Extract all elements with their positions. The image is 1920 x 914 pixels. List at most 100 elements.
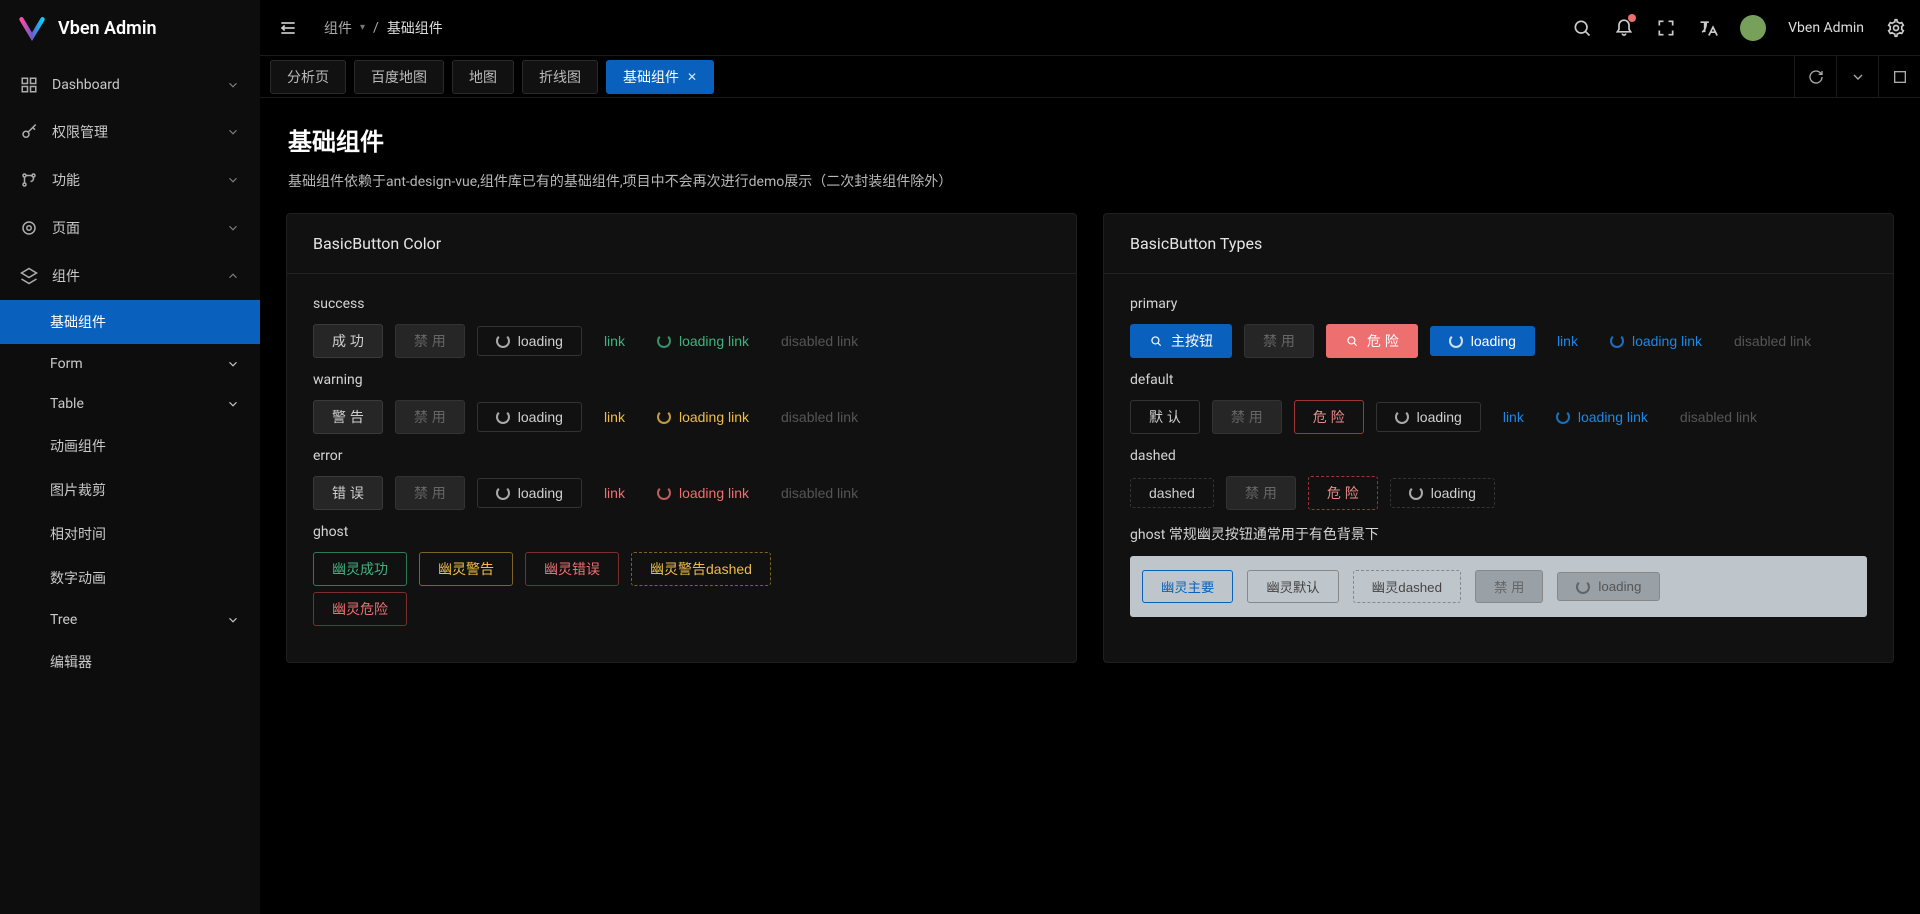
translate-icon[interactable] <box>1698 18 1718 38</box>
loading-link-button[interactable]: loading link <box>647 327 759 355</box>
sidebar-sub-countto[interactable]: 数字动画 <box>0 556 260 600</box>
ghost-default-button[interactable]: 幽灵默认 <box>1247 570 1338 603</box>
sidebar-sub-tree[interactable]: Tree <box>0 600 260 640</box>
disabled-button: 禁 用 <box>1212 400 1282 434</box>
link-button[interactable]: link <box>1547 327 1588 355</box>
tab-label: 百度地图 <box>371 67 427 87</box>
fullscreen-icon[interactable] <box>1656 18 1676 38</box>
tab-refresh-button[interactable] <box>1794 56 1836 98</box>
loading-link-button[interactable]: loading link <box>647 403 759 431</box>
default-button[interactable]: 默 认 <box>1130 400 1200 434</box>
button-label: loading <box>1417 409 1462 425</box>
chevron-down-icon <box>226 125 240 139</box>
success-button[interactable]: 成 功 <box>313 324 383 358</box>
ghost-dashed-button[interactable]: 幽灵dashed <box>1353 570 1461 603</box>
loading-link-button[interactable]: loading link <box>647 479 759 507</box>
avatar[interactable] <box>1740 15 1766 41</box>
sidebar-sub-table[interactable]: Table <box>0 384 260 424</box>
ghost-danger-button[interactable]: 幽灵危险 <box>313 592 407 626</box>
loading-button[interactable]: loading <box>477 478 582 508</box>
sidebar-sub-transition[interactable]: 动画组件 <box>0 424 260 468</box>
tab-label: 地图 <box>469 67 497 87</box>
logo-icon <box>18 14 46 42</box>
loading-button[interactable]: loading <box>1390 478 1495 508</box>
link-button[interactable]: link <box>594 403 635 431</box>
disabled-link: disabled link <box>1670 403 1767 431</box>
brand[interactable]: Vben Admin <box>0 0 260 56</box>
loading-link-button[interactable]: loading link <box>1546 403 1658 431</box>
primary-button[interactable]: 主按钮 <box>1130 324 1232 358</box>
sidebar-sub-time[interactable]: 相对时间 <box>0 512 260 556</box>
ghost-warning-dashed-button[interactable]: 幽灵警告dashed <box>631 552 771 586</box>
section-label: success <box>313 296 1050 312</box>
menu-fold-icon <box>278 18 298 38</box>
tab-analysis[interactable]: 分析页 <box>270 60 346 94</box>
tab-fullscreen-button[interactable] <box>1878 56 1920 98</box>
sidebar-item-label: 动画组件 <box>50 436 106 456</box>
ghost-loading-button[interactable]: loading <box>1557 572 1660 601</box>
loading-button[interactable]: loading <box>1376 402 1481 432</box>
sidebar-sub-form[interactable]: Form <box>0 344 260 384</box>
sidebar-item-permissions[interactable]: 权限管理 <box>0 108 260 156</box>
tab-basic-comp[interactable]: 基础组件✕ <box>606 60 714 94</box>
sidebar-item-components[interactable]: 组件 <box>0 252 260 300</box>
danger-button[interactable]: 危 险 <box>1294 400 1364 434</box>
section-label: ghost <box>313 524 1050 540</box>
chevron-down-icon <box>226 357 240 371</box>
button-label: loading <box>1471 333 1516 349</box>
close-icon[interactable]: ✕ <box>687 70 697 84</box>
card-button-color: BasicButton Color success 成 功 禁 用 loadin… <box>286 213 1077 663</box>
sidebar-item-features[interactable]: 功能 <box>0 156 260 204</box>
button-label: loading <box>1598 579 1641 594</box>
sidebar-sub-editor[interactable]: 编辑器 <box>0 640 260 684</box>
danger-button[interactable]: 危 险 <box>1326 324 1418 358</box>
ghost-warning-button[interactable]: 幽灵警告 <box>419 552 513 586</box>
button-label: 危 险 <box>1367 331 1399 351</box>
link-button[interactable]: link <box>594 479 635 507</box>
error-button[interactable]: 错 误 <box>313 476 383 510</box>
sidebar-item-label: 基础组件 <box>50 312 106 332</box>
loading-button[interactable]: loading <box>477 326 582 356</box>
loading-link-button[interactable]: loading link <box>1600 327 1712 355</box>
tab-map[interactable]: 地图 <box>452 60 514 94</box>
spinner-icon <box>1395 410 1409 424</box>
branch-icon <box>20 171 38 189</box>
user-name[interactable]: Vben Admin <box>1788 20 1864 36</box>
link-button[interactable]: link <box>1493 403 1534 431</box>
expand-icon <box>1892 69 1908 85</box>
loading-button[interactable]: loading <box>1430 326 1535 356</box>
collapse-sidebar-button[interactable] <box>270 10 306 46</box>
sidebar-item-pages[interactable]: 页面 <box>0 204 260 252</box>
dashed-button[interactable]: dashed <box>1130 478 1214 508</box>
notifications-button[interactable] <box>1614 16 1634 40</box>
link-button[interactable]: link <box>594 327 635 355</box>
card-title: BasicButton Color <box>287 214 1076 274</box>
tab-line-chart[interactable]: 折线图 <box>522 60 598 94</box>
spinner-icon <box>496 334 510 348</box>
section-label: ghost 常规幽灵按钮通常用于有色背景下 <box>1130 524 1867 544</box>
ghost-success-button[interactable]: 幽灵成功 <box>313 552 407 586</box>
ghost-error-button[interactable]: 幽灵错误 <box>525 552 619 586</box>
tab-baidu-map[interactable]: 百度地图 <box>354 60 444 94</box>
disabled-button: 禁 用 <box>395 400 465 434</box>
tab-dropdown-button[interactable] <box>1836 56 1878 98</box>
gear-icon[interactable] <box>1886 18 1906 38</box>
stack-icon <box>20 267 38 285</box>
sidebar-sub-cropper[interactable]: 图片裁剪 <box>0 468 260 512</box>
breadcrumb-parent[interactable]: 组件 <box>324 18 352 38</box>
search-icon <box>1345 334 1359 348</box>
loading-button[interactable]: loading <box>477 402 582 432</box>
ghost-primary-button[interactable]: 幽灵主要 <box>1142 570 1233 603</box>
warning-button[interactable]: 警 告 <box>313 400 383 434</box>
sidebar-item-label: 相对时间 <box>50 524 106 544</box>
disabled-link: disabled link <box>771 479 868 507</box>
button-label: loading link <box>679 409 749 425</box>
disabled-link: disabled link <box>1724 327 1821 355</box>
search-icon[interactable] <box>1572 18 1592 38</box>
sidebar-item-dashboard[interactable]: Dashboard <box>0 62 260 108</box>
sidebar-sub-basic[interactable]: 基础组件 <box>0 300 260 344</box>
page-description: 基础组件依赖于ant-design-vue,组件库已有的基础组件,项目中不会再次… <box>288 171 1892 191</box>
danger-button[interactable]: 危 险 <box>1308 476 1378 510</box>
button-label: 主按钮 <box>1171 331 1213 351</box>
card-button-types: BasicButton Types primary 主按钮 禁 用 危 险 lo… <box>1103 213 1894 663</box>
